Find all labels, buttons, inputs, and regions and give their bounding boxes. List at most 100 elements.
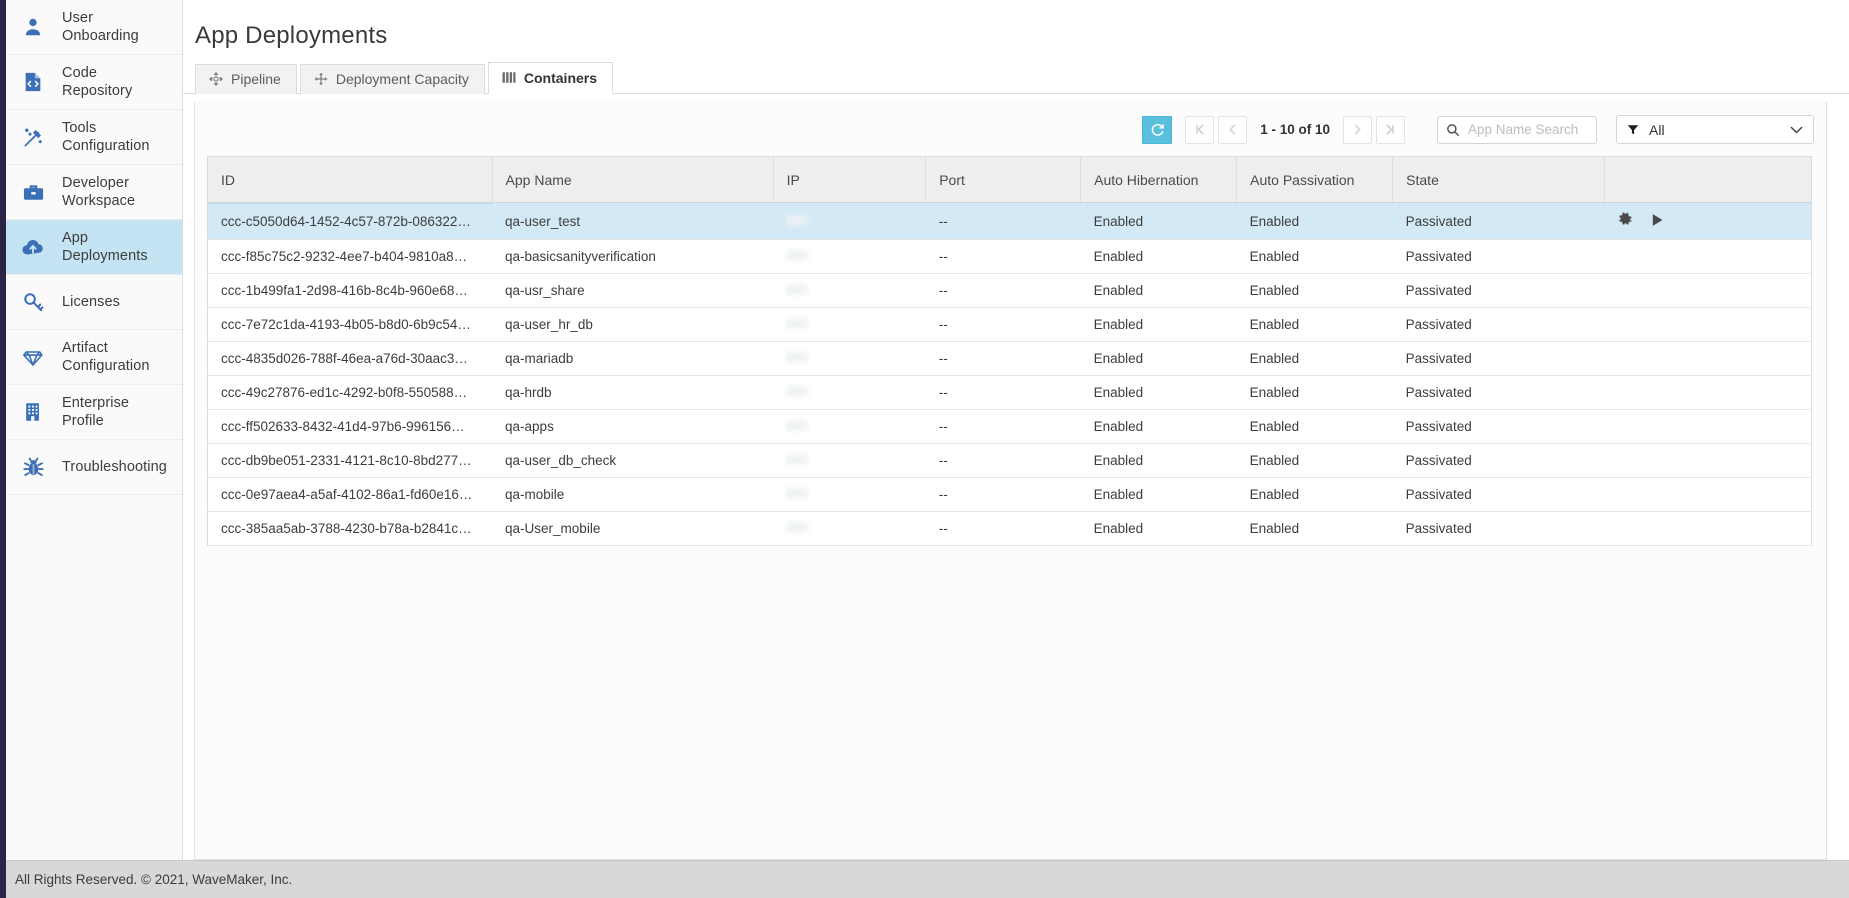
cell-port: -- — [926, 203, 1081, 240]
cell-auto-hibernation: Enabled — [1081, 342, 1237, 376]
table-row[interactable]: ccc-49c27876-ed1c-4292-b0f8-550588…qa-hr… — [208, 376, 1812, 410]
cell-auto-passivation: Enabled — [1237, 512, 1393, 546]
tab-bar: Pipeline Deployment CapacityContainers — [183, 50, 1849, 94]
column-header-state[interactable]: State — [1393, 157, 1605, 203]
cell-id: ccc-1b499fa1-2d98-416b-8c4b-960e68… — [208, 274, 493, 308]
chevron-right-icon — [1352, 124, 1363, 135]
cell-id: ccc-7e72c1da-4193-4b05-b8d0-6b9c54… — [208, 308, 493, 342]
tab-label: Pipeline — [231, 71, 281, 87]
sidebar-item-label: App Deployments — [62, 229, 148, 266]
table-row[interactable]: ccc-1b499fa1-2d98-416b-8c4b-960e68…qa-us… — [208, 274, 1812, 308]
footer: All Rights Reserved. © 2021, WaveMaker, … — [0, 860, 1849, 898]
building-icon — [18, 401, 48, 423]
cell-state: Passivated — [1393, 203, 1605, 240]
tab-pipeline[interactable]: Pipeline — [195, 64, 297, 94]
prev-page-button[interactable] — [1218, 116, 1247, 144]
table-row[interactable]: ccc-c5050d64-1452-4c57-872b-086322…qa-us… — [208, 203, 1812, 240]
left-edge-accent — [0, 0, 6, 898]
cell-auto-passivation: Enabled — [1237, 376, 1393, 410]
pagination-controls: 1 - 10 of 10 — [1185, 116, 1409, 144]
cell-id: ccc-c5050d64-1452-4c57-872b-086322… — [208, 203, 493, 240]
diamond-icon — [18, 345, 48, 369]
cell-auto-hibernation: Enabled — [1081, 410, 1237, 444]
cell-state: Passivated — [1393, 342, 1605, 376]
last-page-icon — [1385, 124, 1396, 135]
cell-ip — [773, 203, 926, 240]
table-row[interactable]: ccc-f85c75c2-9232-4ee7-b404-9810a8…qa-ba… — [208, 240, 1812, 274]
cell-auto-passivation: Enabled — [1237, 410, 1393, 444]
cell-auto-passivation: Enabled — [1237, 444, 1393, 478]
cell-port: -- — [926, 376, 1081, 410]
cell-ip — [773, 444, 926, 478]
cell-actions — [1605, 274, 1812, 308]
ip-redacted — [786, 250, 808, 261]
cell-auto-passivation: Enabled — [1237, 342, 1393, 376]
sidebar-item-troubleshooting[interactable]: Troubleshooting — [6, 440, 182, 495]
cell-state: Passivated — [1393, 240, 1605, 274]
cell-auto-passivation: Enabled — [1237, 203, 1393, 240]
table-row[interactable]: ccc-db9be051-2331-4121-8c10-8bd277…qa-us… — [208, 444, 1812, 478]
cell-app-name: qa-user_db_check — [492, 444, 773, 478]
cell-actions — [1605, 240, 1812, 274]
ip-redacted — [786, 386, 808, 397]
cell-port: -- — [926, 512, 1081, 546]
sidebar-item-licenses[interactable]: Licenses — [6, 275, 182, 330]
sidebar-item-user-onboarding[interactable]: User Onboarding — [6, 0, 182, 55]
cell-ip — [773, 512, 926, 546]
column-header-port[interactable]: Port — [926, 157, 1081, 203]
sidebar-item-code-repository[interactable]: Code Repository — [6, 55, 182, 110]
cell-ip — [773, 410, 926, 444]
row-settings-button[interactable] — [1618, 212, 1633, 230]
state-filter-select[interactable]: All — [1616, 115, 1814, 144]
sidebar-item-enterpriseprofile[interactable]: Enterprise Profile — [6, 385, 182, 440]
app-name-search-input[interactable] — [1437, 116, 1597, 144]
arrows-cross-icon — [314, 72, 328, 86]
ip-redacted — [786, 284, 808, 295]
cell-port: -- — [926, 342, 1081, 376]
column-header-auto-passivation[interactable]: Auto Passivation — [1237, 157, 1393, 203]
last-page-button[interactable] — [1376, 116, 1405, 144]
sidebar-item-developer-workspace[interactable]: Developer Workspace — [6, 165, 182, 220]
table-row[interactable]: ccc-7e72c1da-4193-4b05-b8d0-6b9c54…qa-us… — [208, 308, 1812, 342]
user-icon — [18, 16, 48, 38]
cell-app-name: qa-mobile — [492, 478, 773, 512]
cell-app-name: qa-user_test — [492, 203, 773, 240]
row-start-button[interactable] — [1651, 213, 1664, 230]
key-icon — [18, 291, 48, 314]
column-header-app-name[interactable]: App Name — [492, 157, 773, 203]
table-row[interactable]: ccc-0e97aea4-a5af-4102-86a1-fd60e16…qa-m… — [208, 478, 1812, 512]
sidebar-item-app-deployments[interactable]: App Deployments — [6, 220, 182, 275]
column-header-ip[interactable]: IP — [773, 157, 926, 203]
cell-state: Passivated — [1393, 410, 1605, 444]
first-page-button[interactable] — [1185, 116, 1214, 144]
cell-port: -- — [926, 444, 1081, 478]
cell-id: ccc-ff502633-8432-41d4-97b6-996156… — [208, 410, 493, 444]
cell-app-name: qa-mariadb — [492, 342, 773, 376]
refresh-button[interactable] — [1142, 116, 1172, 144]
table-row[interactable]: ccc-ff502633-8432-41d4-97b6-996156…qa-ap… — [208, 410, 1812, 444]
main-content: App Deployments PipelineDeployment Capac… — [183, 0, 1849, 860]
next-page-button[interactable] — [1343, 116, 1372, 144]
body-row: User OnboardingCode RepositoryTools Conf… — [0, 0, 1849, 860]
table-row[interactable]: ccc-4835d026-788f-46ea-a76d-30aac3…qa-ma… — [208, 342, 1812, 376]
move-target-icon — [209, 72, 223, 86]
tab-containers[interactable]: Containers — [488, 62, 613, 94]
column-header-actions[interactable] — [1605, 157, 1812, 203]
cell-app-name: qa-User_mobile — [492, 512, 773, 546]
table-row[interactable]: ccc-385aa5ab-3788-4230-b78a-b2841c…qa-Us… — [208, 512, 1812, 546]
sidebar-item-label: Developer Workspace — [62, 174, 135, 211]
search-container — [1437, 116, 1597, 144]
tab-deployment-capacity[interactable]: Deployment Capacity — [300, 64, 485, 94]
sidebar-item-tools-configuration[interactable]: Tools Configuration — [6, 110, 182, 165]
cell-state: Passivated — [1393, 308, 1605, 342]
sidebar-item-artifact-configuration[interactable]: Artifact Configuration — [6, 330, 182, 385]
ip-redacted — [786, 318, 808, 329]
magic-wand-icon — [18, 126, 48, 149]
cloud-upload-icon — [18, 235, 48, 259]
cell-auto-hibernation: Enabled — [1081, 274, 1237, 308]
column-header-auto-hibernation[interactable]: Auto Hibernation — [1081, 157, 1237, 203]
column-header-id[interactable]: ID — [208, 157, 493, 203]
refresh-icon — [1150, 122, 1165, 137]
cell-auto-hibernation: Enabled — [1081, 240, 1237, 274]
ip-redacted — [786, 352, 808, 363]
